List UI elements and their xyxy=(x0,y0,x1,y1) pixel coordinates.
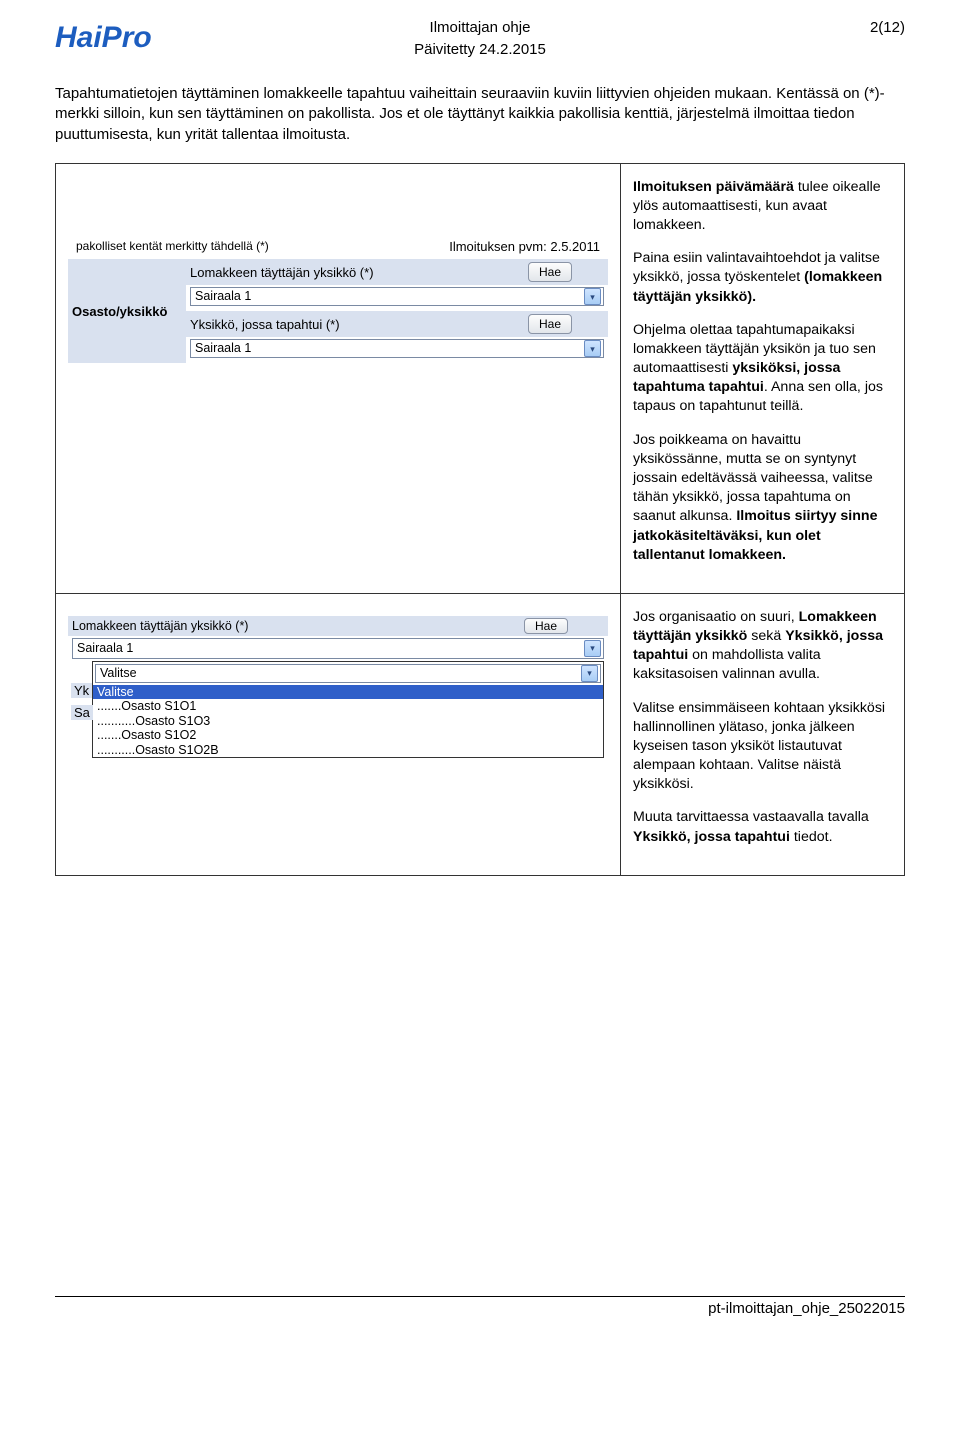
unit-options-list[interactable]: Valitse ▾ Valitse .......Osasto S1O1 ...… xyxy=(92,661,604,759)
hae-button-3[interactable]: Hae xyxy=(524,618,568,634)
chevron-down-icon: ▾ xyxy=(581,665,598,682)
hae-button-2[interactable]: Hae xyxy=(528,314,572,334)
help-para: Ohjelma olettaa tapahtumapaikaksi lomakk… xyxy=(633,321,892,417)
help-para: Paina esiin valintavaihtoehdot ja valits… xyxy=(633,249,892,307)
side-label-yk: Yk xyxy=(71,683,92,698)
footer-filename: pt-ilmoittajan_ohje_25022015 xyxy=(55,1297,905,1319)
intro-text: Tapahtumatietojen täyttäminen lomakkeell… xyxy=(55,84,905,145)
header-title: Ilmoittajan ohje xyxy=(55,18,905,38)
form-screenshot-2: Lomakkeen täyttäjän yksikkö (*) Hae Sair… xyxy=(68,616,608,759)
unit-top-dropdown[interactable]: Sairaala 1 ▾ xyxy=(72,638,604,659)
chevron-down-icon: ▾ xyxy=(584,640,601,657)
chevron-down-icon: ▾ xyxy=(584,288,601,305)
help-para: Jos organisaatio on suuri, Lomakkeen täy… xyxy=(633,608,892,685)
option-item[interactable]: .......Osasto S1O1 xyxy=(93,699,603,714)
help-para: Valitse ensimmäiseen kohtaan yksikkösi h… xyxy=(633,699,892,795)
help-para: Ilmoituksen päivämäärä tulee oikealle yl… xyxy=(633,178,892,236)
filler-unit-dropdown[interactable]: Sairaala 1 ▾ xyxy=(190,287,604,306)
chevron-down-icon: ▾ xyxy=(584,340,601,357)
option-selected[interactable]: Valitse xyxy=(93,685,603,700)
option-item[interactable]: ...........Osasto S1O3 xyxy=(93,714,603,729)
filler-unit-value: Sairaala 1 xyxy=(195,288,251,305)
field-label-filler-unit: Lomakkeen täyttäjän yksikkö (*) xyxy=(190,264,374,282)
help-para: Muuta tarvittaessa vastaavalla tavalla Y… xyxy=(633,808,892,846)
option-item[interactable]: ...........Osasto S1O2B xyxy=(93,743,603,758)
field-label-event-unit: Yksikkö, jossa tapahtui (*) xyxy=(190,316,340,334)
content-table: pakolliset kentät merkitty tähdellä (*) … xyxy=(55,163,905,876)
side-label-sa: Sa xyxy=(71,705,93,720)
form-date: Ilmoituksen pvm: 2.5.2011 xyxy=(449,238,600,256)
required-fields-note: pakolliset kentät merkitty tähdellä (*) xyxy=(72,238,269,254)
unit-top-value: Sairaala 1 xyxy=(77,642,133,655)
event-unit-value: Sairaala 1 xyxy=(195,340,251,357)
event-unit-dropdown[interactable]: Sairaala 1 ▾ xyxy=(190,339,604,358)
field-label-filler-unit-2: Lomakkeen täyttäjän yksikkö (*) xyxy=(72,620,248,633)
unit-filter-input[interactable]: Valitse ▾ xyxy=(95,664,601,683)
help-para: Jos poikkeama on havaittu yksikössänne, … xyxy=(633,431,892,565)
page-number: 2(12) xyxy=(870,18,905,38)
header-updated: Päivitetty 24.2.2015 xyxy=(55,40,905,60)
option-item[interactable]: .......Osasto S1O2 xyxy=(93,728,603,743)
hae-button-1[interactable]: Hae xyxy=(528,262,572,282)
section-label: Osasto/yksikkö xyxy=(68,259,186,363)
form-screenshot-1: pakolliset kentät merkitty tähdellä (*) … xyxy=(68,238,608,364)
